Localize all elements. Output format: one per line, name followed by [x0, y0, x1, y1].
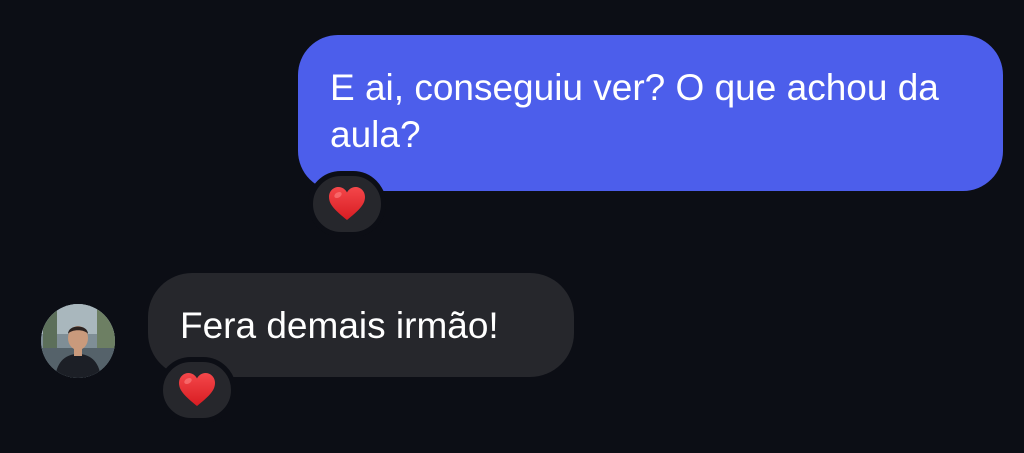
contact-avatar[interactable] [41, 304, 115, 378]
outgoing-message-reaction[interactable] [308, 171, 386, 237]
outgoing-message-text: E ai, conseguiu ver? O que achou da aula… [330, 67, 939, 155]
incoming-message-text: Fera demais irmão! [180, 305, 499, 346]
avatar-photo [41, 304, 115, 378]
incoming-message-reaction[interactable] [158, 357, 236, 423]
outgoing-message-bubble[interactable]: E ai, conseguiu ver? O que achou da aula… [298, 35, 1003, 191]
chat-thread: E ai, conseguiu ver? O que achou da aula… [0, 0, 1024, 453]
heart-icon [179, 373, 215, 406]
heart-icon [329, 187, 365, 220]
